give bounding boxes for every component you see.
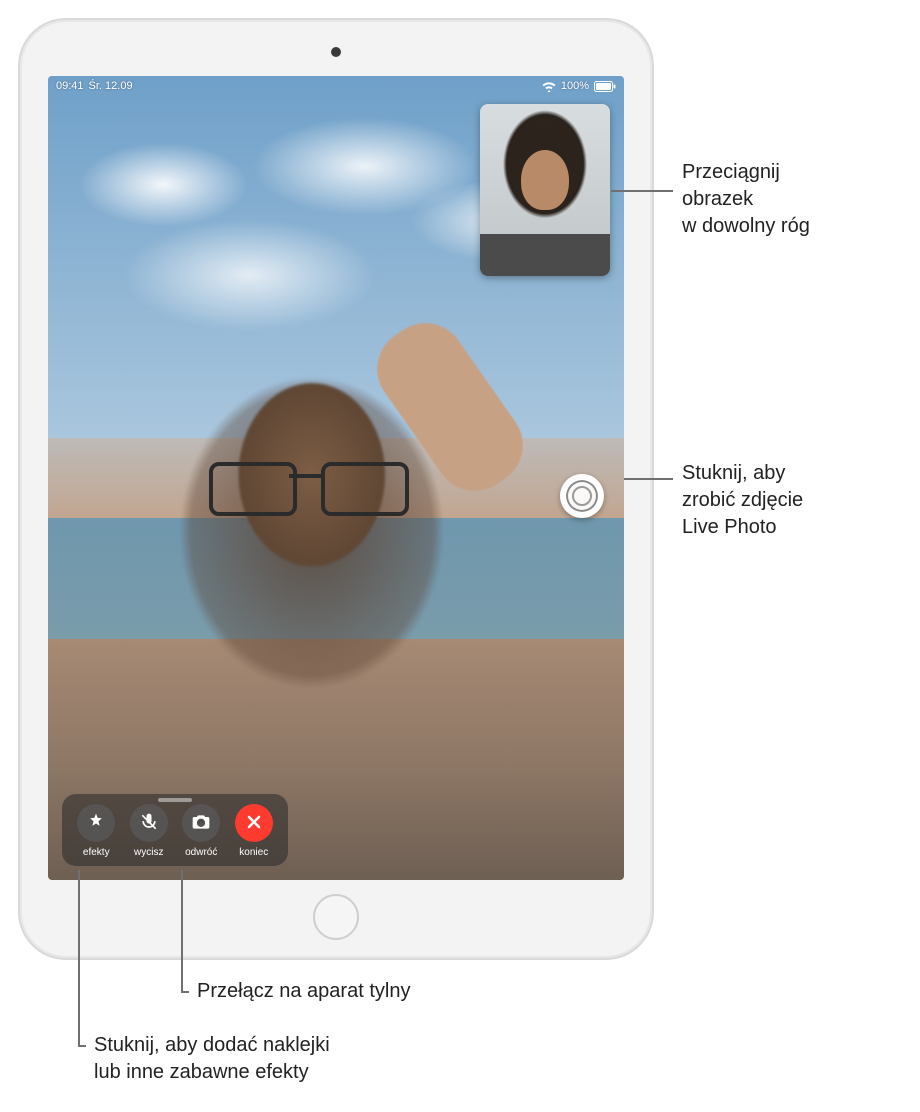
live-photo-button[interactable] bbox=[560, 474, 604, 518]
ipad-device-frame: 09:41 Śr. 12.09 100% bbox=[18, 18, 654, 960]
mute-button[interactable]: wycisz bbox=[130, 804, 168, 858]
callout-line bbox=[78, 1045, 86, 1047]
mute-label: wycisz bbox=[134, 847, 163, 858]
callout-flip: Przełącz na aparat tylny bbox=[197, 978, 410, 1005]
callout-line bbox=[624, 478, 673, 480]
facetime-screen: 09:41 Śr. 12.09 100% bbox=[48, 76, 624, 880]
flip-camera-button[interactable]: odwróć bbox=[182, 804, 220, 858]
star-effects-icon bbox=[86, 812, 106, 835]
wifi-icon bbox=[542, 81, 556, 92]
status-battery-pct: 100% bbox=[561, 80, 589, 92]
callout-effects: Stuknij, aby dodać naklejki lub inne zab… bbox=[94, 1032, 330, 1086]
home-button[interactable] bbox=[313, 894, 359, 940]
status-date: Śr. 12.09 bbox=[89, 80, 133, 92]
callout-live-photo: Stuknij, aby zrobić zdjęcie Live Photo bbox=[682, 460, 803, 541]
flip-camera-icon bbox=[191, 812, 211, 835]
close-x-icon bbox=[244, 812, 264, 835]
end-call-button[interactable]: koniec bbox=[235, 804, 273, 858]
effects-button[interactable]: efekty bbox=[77, 804, 115, 858]
call-controls-panel[interactable]: efekty wycisz odwróć bbox=[62, 794, 288, 866]
battery-icon bbox=[594, 81, 616, 92]
device-camera-dot bbox=[331, 47, 341, 57]
callout-line bbox=[78, 870, 80, 1045]
callout-pip: Przeciągnij obrazek w dowolny róg bbox=[682, 159, 810, 240]
self-view-pip[interactable] bbox=[480, 104, 610, 276]
panel-grabber[interactable] bbox=[158, 798, 192, 802]
callout-line bbox=[181, 991, 189, 993]
callout-line bbox=[181, 870, 183, 991]
effects-label: efekty bbox=[83, 847, 110, 858]
end-label: koniec bbox=[239, 847, 268, 858]
flip-label: odwróć bbox=[185, 847, 217, 858]
callout-line bbox=[611, 190, 673, 192]
remote-caller-glasses bbox=[209, 462, 409, 512]
status-bar: 09:41 Śr. 12.09 100% bbox=[48, 76, 624, 96]
mic-mute-icon bbox=[139, 812, 159, 835]
status-time: 09:41 bbox=[56, 80, 84, 92]
